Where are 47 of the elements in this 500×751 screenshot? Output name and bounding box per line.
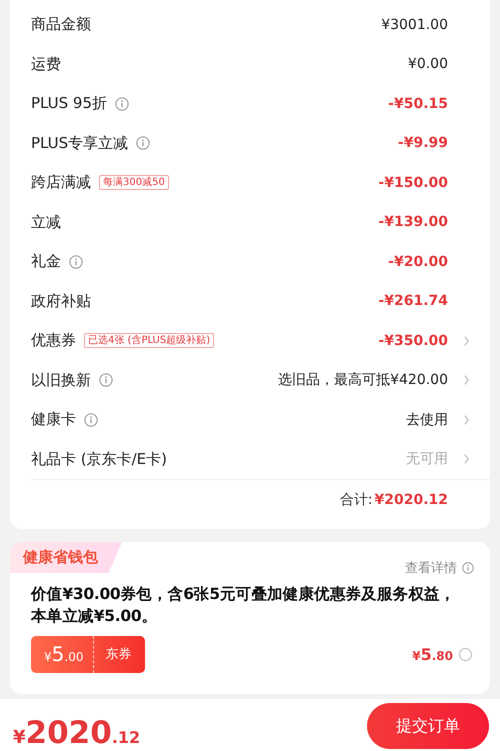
wallet-price: ¥5.80 <box>412 645 453 664</box>
row-label: 立减 <box>31 212 61 232</box>
row-label: 礼品卡 (京东卡/E卡) <box>31 450 168 469</box>
row-value: -¥50.15 <box>388 96 448 112</box>
chevron-icon[interactable] <box>463 414 470 426</box>
row-value: -¥20.00 <box>388 254 448 270</box>
row-label: 商品金额 <box>31 15 91 34</box>
row-value[interactable]: 无可用 <box>406 450 448 468</box>
submit-order-button[interactable]: 提交订单 <box>367 703 489 749</box>
row-label: 优惠券 <box>31 331 76 350</box>
row-value: -¥150.00 <box>378 174 448 191</box>
row-value: ¥0.00 <box>408 56 448 72</box>
info-icon[interactable] <box>136 136 150 150</box>
coupon-amount: ¥5.00 <box>31 636 94 673</box>
promo-tag: 每满300减50 <box>99 175 169 190</box>
row-value[interactable]: 选旧品，最高可抵¥420.00 <box>278 371 448 390</box>
info-icon[interactable] <box>84 412 98 427</box>
wallet-title: 健康省钱包 <box>10 542 122 573</box>
row-value: -¥9.99 <box>398 135 448 152</box>
row-value[interactable]: 去使用 <box>406 410 448 429</box>
details-link[interactable]: 查看详情 <box>405 559 457 577</box>
row-value: ¥3001.00 <box>381 16 448 33</box>
row-label: PLUS 95折 <box>31 94 108 114</box>
chevron-icon[interactable] <box>463 453 470 466</box>
row-value[interactable]: -¥350.00 <box>378 332 448 349</box>
coupon-label: 东券 <box>104 646 132 664</box>
order-total: ¥2020.12 <box>13 715 140 751</box>
row-value: -¥139.00 <box>378 214 448 230</box>
wallet-description: 价值¥30.00券包，含6张5元可叠加健康优惠券及服务权益，本单立减¥5.00。 <box>31 584 456 627</box>
chevron-icon[interactable] <box>463 374 470 386</box>
chevron-icon[interactable] <box>463 334 470 347</box>
row-label: 礼金 <box>31 252 61 272</box>
total-label: 合计: <box>340 491 372 509</box>
total-value: ¥2020.12 <box>374 492 448 508</box>
select-radio[interactable] <box>459 648 472 661</box>
info-icon[interactable] <box>462 562 474 574</box>
row-label: PLUS专享立减 <box>31 134 128 153</box>
row-label: 政府补贴 <box>31 292 91 311</box>
row-label: 跨店满减 <box>31 173 91 192</box>
info-icon[interactable] <box>115 96 130 111</box>
info-icon[interactable] <box>69 254 83 269</box>
info-icon[interactable] <box>99 373 113 388</box>
row-label: 健康卡 <box>31 410 76 430</box>
promo-tag: 已选4张 (含PLUS超级补贴) <box>84 333 214 348</box>
row-value: -¥261.74 <box>378 293 448 310</box>
row-label: 以旧换新 <box>31 370 91 390</box>
row-label: 运费 <box>31 54 61 74</box>
